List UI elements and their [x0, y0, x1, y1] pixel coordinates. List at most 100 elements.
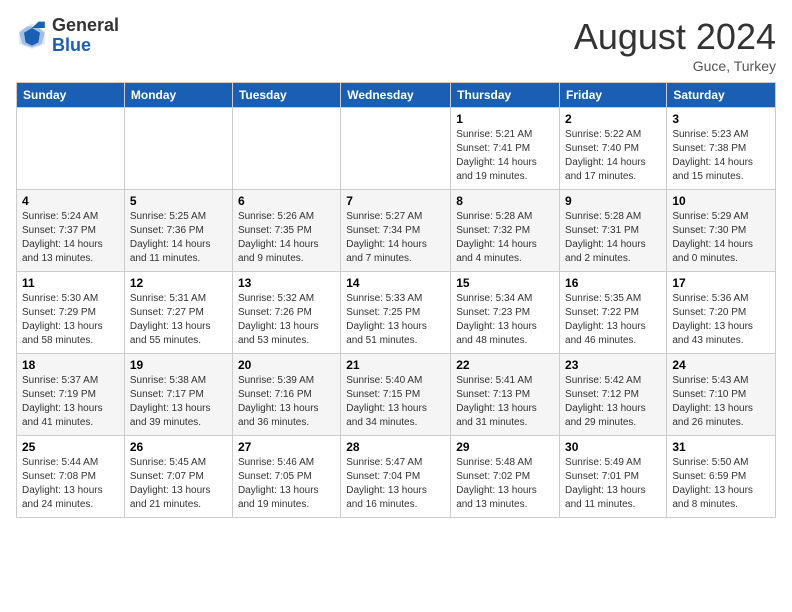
day-info: Sunrise: 5:37 AM Sunset: 7:19 PM Dayligh…: [22, 374, 119, 430]
calendar-day-cell: 8Sunrise: 5:28 AM Sunset: 7:32 PM Daylig…: [451, 190, 560, 272]
calendar-day-cell: 7Sunrise: 5:27 AM Sunset: 7:34 PM Daylig…: [341, 190, 451, 272]
day-info: Sunrise: 5:43 AM Sunset: 7:10 PM Dayligh…: [672, 374, 770, 430]
calendar-day-cell: [124, 108, 232, 190]
calendar-day-cell: [232, 108, 340, 190]
calendar-day-cell: 26 Sunrise: 5:45 AM Sunset: 7:07 PM Dayli…: [124, 436, 232, 518]
weekday-header: Tuesday: [232, 83, 340, 108]
day-info: Sunrise: 5:36 AM Sunset: 7:20 PM Dayligh…: [672, 292, 770, 348]
day-info: Sunrise: 5:44 AM Sunset: 7:08 PM Dayligh…: [22, 456, 119, 512]
day-number: 29: [456, 440, 554, 454]
day-info: Sunrise: 5:47 AM Sunset: 7:04 PM Dayligh…: [346, 456, 445, 512]
day-number: 3: [672, 112, 770, 126]
day-info: Sunrise: 5:34 AM Sunset: 7:23 PM Dayligh…: [456, 292, 554, 348]
day-info: Sunrise: 5:29 AM Sunset: 7:30 PM Dayligh…: [672, 210, 770, 266]
day-info: Sunrise: 5:40 AM Sunset: 7:15 PM Dayligh…: [346, 374, 445, 430]
weekday-header: Wednesday: [341, 83, 451, 108]
day-number: 8: [456, 194, 554, 208]
day-number: 7: [346, 194, 445, 208]
day-info: Sunrise: 5:50 AM Sunset: 6:59 PM Dayligh…: [672, 456, 770, 512]
day-number: 11: [22, 276, 119, 290]
day-info: Sunrise: 5:28 AM Sunset: 7:31 PM Dayligh…: [565, 210, 661, 266]
calendar-day-cell: 28 Sunrise: 5:47 AM Sunset: 7:04 PM Dayli…: [341, 436, 451, 518]
calendar-day-cell: 21 Sunrise: 5:40 AM Sunset: 7:15 PM Dayli…: [341, 354, 451, 436]
day-number: 16: [565, 276, 661, 290]
calendar-day-cell: 25 Sunrise: 5:44 AM Sunset: 7:08 PM Dayli…: [17, 436, 125, 518]
logo-icon: [16, 20, 48, 52]
calendar-day-cell: 31 Sunrise: 5:50 AM Sunset: 6:59 PM Dayli…: [667, 436, 776, 518]
day-number: 15: [456, 276, 554, 290]
day-number: 5: [130, 194, 227, 208]
day-number: 10: [672, 194, 770, 208]
calendar-day-cell: 1 Sunrise: 5:21 AM Sunset: 7:41 PM Daylig…: [451, 108, 560, 190]
calendar-day-cell: 18 Sunrise: 5:37 AM Sunset: 7:19 PM Dayli…: [17, 354, 125, 436]
calendar-day-cell: 13Sunrise: 5:32 AM Sunset: 7:26 PM Dayli…: [232, 272, 340, 354]
day-info: Sunrise: 5:46 AM Sunset: 7:05 PM Dayligh…: [238, 456, 335, 512]
day-info: Sunrise: 5:23 AM Sunset: 7:38 PM Dayligh…: [672, 128, 770, 184]
calendar-day-cell: 24 Sunrise: 5:43 AM Sunset: 7:10 PM Dayli…: [667, 354, 776, 436]
calendar-day-cell: 29 Sunrise: 5:48 AM Sunset: 7:02 PM Dayli…: [451, 436, 560, 518]
day-number: 13: [238, 276, 335, 290]
day-number: 21: [346, 358, 445, 372]
page-header: General Blue August 2024 Guce, Turkey: [16, 16, 776, 74]
day-number: 19: [130, 358, 227, 372]
day-number: 17: [672, 276, 770, 290]
calendar-day-cell: 15 Sunrise: 5:34 AM Sunset: 7:23 PM Dayli…: [451, 272, 560, 354]
calendar-day-cell: 5 Sunrise: 5:25 AM Sunset: 7:36 PM Daylig…: [124, 190, 232, 272]
day-number: 23: [565, 358, 661, 372]
weekday-header: Friday: [560, 83, 667, 108]
day-info: Sunrise: 5:24 AM Sunset: 7:37 PM Dayligh…: [22, 210, 119, 266]
day-number: 2: [565, 112, 661, 126]
day-info: Sunrise: 5:21 AM Sunset: 7:41 PM Dayligh…: [456, 128, 554, 184]
day-number: 26: [130, 440, 227, 454]
day-number: 24: [672, 358, 770, 372]
calendar-day-cell: 6 Sunrise: 5:26 AM Sunset: 7:35 PM Daylig…: [232, 190, 340, 272]
calendar-day-cell: 30Sunrise: 5:49 AM Sunset: 7:01 PM Dayli…: [560, 436, 667, 518]
day-number: 1: [456, 112, 554, 126]
day-info: Sunrise: 5:33 AM Sunset: 7:25 PM Dayligh…: [346, 292, 445, 348]
day-info: Sunrise: 5:26 AM Sunset: 7:35 PM Dayligh…: [238, 210, 335, 266]
day-number: 28: [346, 440, 445, 454]
logo: General Blue: [16, 16, 119, 56]
day-number: 6: [238, 194, 335, 208]
day-number: 14: [346, 276, 445, 290]
day-info: Sunrise: 5:39 AM Sunset: 7:16 PM Dayligh…: [238, 374, 335, 430]
calendar-week-row: 1 Sunrise: 5:21 AM Sunset: 7:41 PM Daylig…: [17, 108, 776, 190]
logo-text: General Blue: [52, 16, 119, 56]
weekday-header: Sunday: [17, 83, 125, 108]
day-info: Sunrise: 5:49 AM Sunset: 7:01 PM Dayligh…: [565, 456, 661, 512]
day-info: Sunrise: 5:48 AM Sunset: 7:02 PM Dayligh…: [456, 456, 554, 512]
calendar-week-row: 4 Sunrise: 5:24 AM Sunset: 7:37 PM Daylig…: [17, 190, 776, 272]
calendar-day-cell: 22Sunrise: 5:41 AM Sunset: 7:13 PM Dayli…: [451, 354, 560, 436]
weekday-header: Monday: [124, 83, 232, 108]
day-info: Sunrise: 5:31 AM Sunset: 7:27 PM Dayligh…: [130, 292, 227, 348]
month-title: August 2024: [574, 16, 776, 58]
location-subtitle: Guce, Turkey: [574, 58, 776, 74]
day-number: 12: [130, 276, 227, 290]
calendar-day-cell: 4 Sunrise: 5:24 AM Sunset: 7:37 PM Daylig…: [17, 190, 125, 272]
calendar-day-cell: 14 Sunrise: 5:33 AM Sunset: 7:25 PM Dayli…: [341, 272, 451, 354]
day-info: Sunrise: 5:45 AM Sunset: 7:07 PM Dayligh…: [130, 456, 227, 512]
weekday-header: Thursday: [451, 83, 560, 108]
calendar-day-cell: 11Sunrise: 5:30 AM Sunset: 7:29 PM Dayli…: [17, 272, 125, 354]
day-number: 31: [672, 440, 770, 454]
calendar-day-cell: [17, 108, 125, 190]
calendar-day-cell: 3 Sunrise: 5:23 AM Sunset: 7:38 PM Daylig…: [667, 108, 776, 190]
day-number: 20: [238, 358, 335, 372]
calendar-day-cell: 19Sunrise: 5:38 AM Sunset: 7:17 PM Dayli…: [124, 354, 232, 436]
weekday-header: Saturday: [667, 83, 776, 108]
day-info: Sunrise: 5:41 AM Sunset: 7:13 PM Dayligh…: [456, 374, 554, 430]
day-number: 27: [238, 440, 335, 454]
calendar-table: SundayMondayTuesdayWednesdayThursdayFrid…: [16, 82, 776, 518]
day-number: 9: [565, 194, 661, 208]
day-info: Sunrise: 5:25 AM Sunset: 7:36 PM Dayligh…: [130, 210, 227, 266]
weekday-header-row: SundayMondayTuesdayWednesdayThursdayFrid…: [17, 83, 776, 108]
title-block: August 2024 Guce, Turkey: [574, 16, 776, 74]
day-number: 18: [22, 358, 119, 372]
day-number: 25: [22, 440, 119, 454]
day-info: Sunrise: 5:42 AM Sunset: 7:12 PM Dayligh…: [565, 374, 661, 430]
calendar-week-row: 25 Sunrise: 5:44 AM Sunset: 7:08 PM Dayli…: [17, 436, 776, 518]
day-number: 4: [22, 194, 119, 208]
calendar-day-cell: 23 Sunrise: 5:42 AM Sunset: 7:12 PM Dayli…: [560, 354, 667, 436]
day-info: Sunrise: 5:22 AM Sunset: 7:40 PM Dayligh…: [565, 128, 661, 184]
calendar-week-row: 11Sunrise: 5:30 AM Sunset: 7:29 PM Dayli…: [17, 272, 776, 354]
